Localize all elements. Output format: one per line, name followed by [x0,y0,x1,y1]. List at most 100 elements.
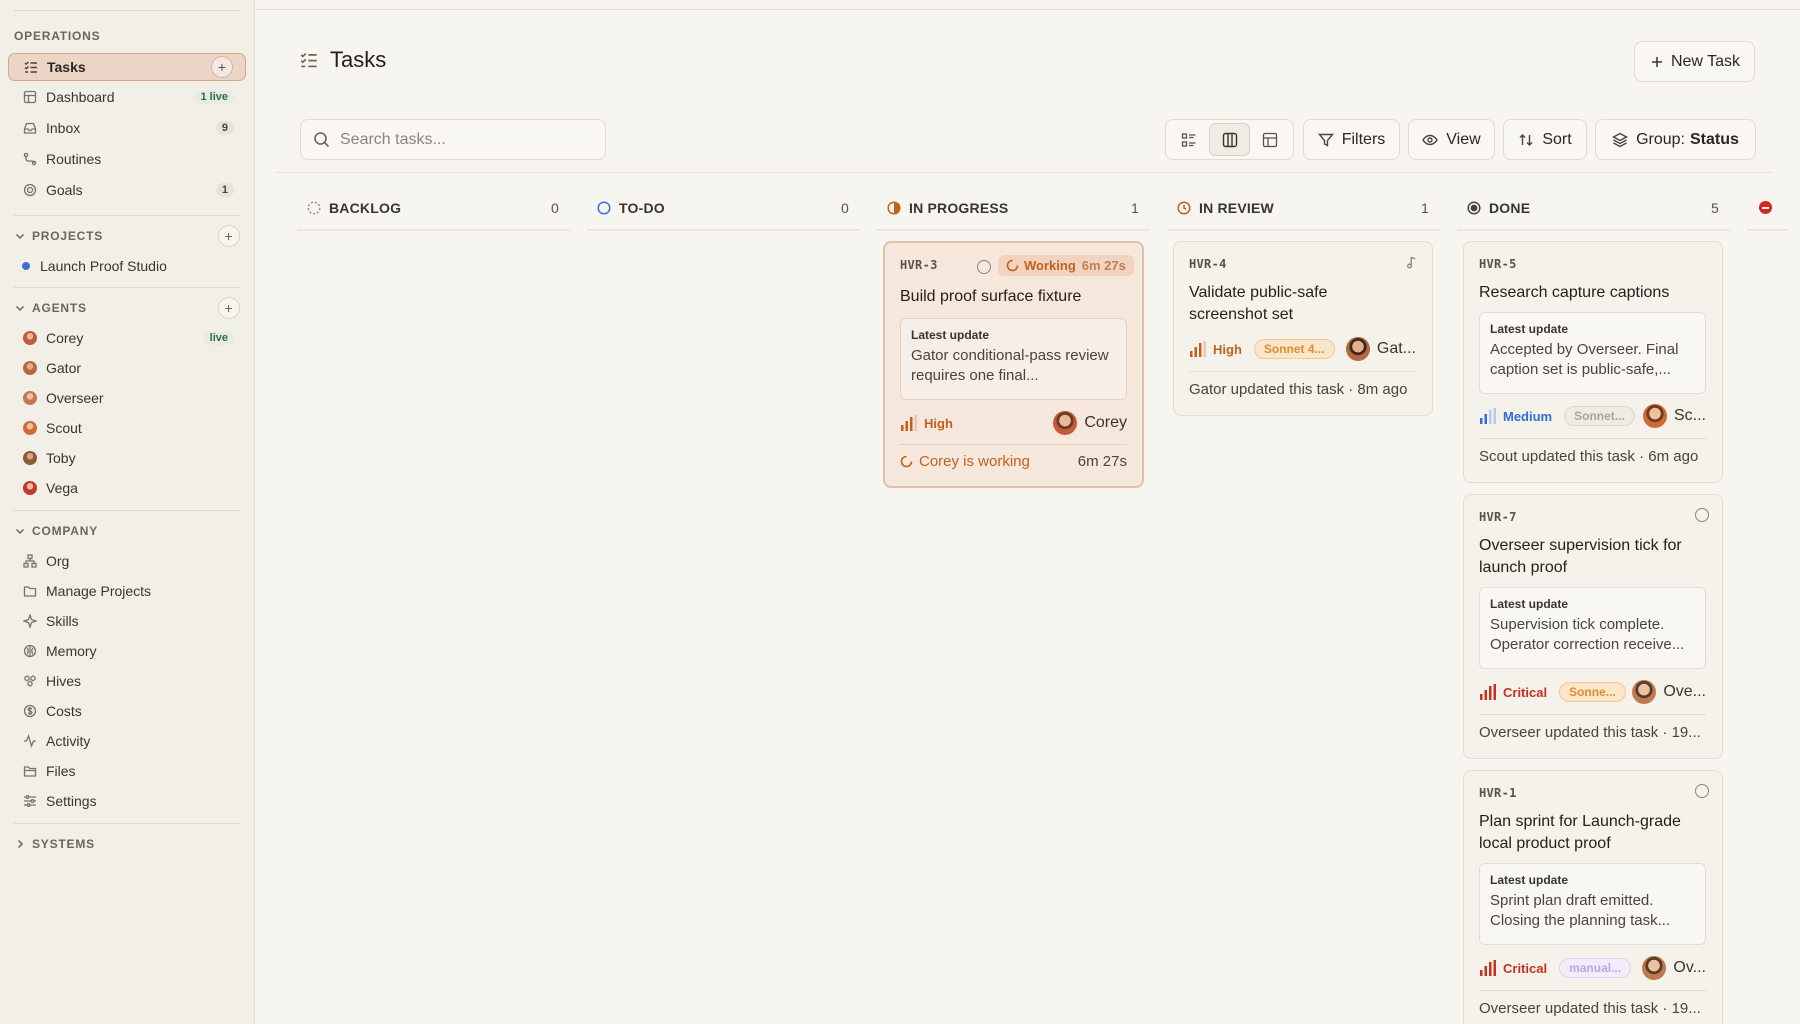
add-agent-button[interactable]: + [218,297,240,319]
sidebar-item-launch-proof-studio[interactable]: Launch Proof Studio [8,252,246,280]
sidebar-divider [14,510,240,511]
assignee[interactable]: Corey [1053,411,1127,435]
section-systems[interactable]: SYSTEMS [14,834,240,854]
section-company[interactable]: COMPANY [14,520,240,542]
assignee[interactable]: Gat... [1345,337,1416,361]
group-by-button[interactable]: Group: Status [1595,119,1756,160]
sidebar-item-label: Manage Projects [46,583,152,599]
task-card-hvr-4[interactable]: HVR-4 Validate public-safe screenshot se… [1173,241,1433,416]
sidebar-item-label: Activity [46,733,91,749]
latest-update-text: Gator conditional-pass review requires o… [911,347,1109,384]
avatar [1632,680,1657,704]
board-view-button[interactable] [1209,123,1250,156]
sidebar-item-routines[interactable]: Routines [8,145,246,173]
assignee-name: Ove... [1663,683,1706,700]
music-note-icon[interactable] [1405,255,1419,269]
sidebar-divider [14,287,240,288]
latest-update-label: Latest update [1490,873,1569,887]
table-view-icon [1262,132,1277,147]
assignee-name: Gat... [1376,340,1416,357]
view-label: View [1446,130,1481,148]
cancelled-status-icon[interactable] [1759,201,1772,214]
task-card-hvr-5[interactable]: HVR-5 Research capture captions Latest u… [1463,241,1723,483]
sidebar-item-activity[interactable]: Activity [8,727,246,755]
latest-update: Latest update Accepted by Overseer. Fina… [1479,312,1706,394]
sidebar-item-tasks[interactable]: Tasks + [8,53,246,81]
task-title-line: local product proof [1479,835,1611,852]
page-title-text: Tasks [330,47,387,72]
model-pill: Sonnet 4... [1253,339,1335,359]
sidebar-item-inbox[interactable]: Inbox 9 [8,114,246,142]
filters-button[interactable]: Filters [1303,119,1400,160]
task-id: HVR-7 [1479,510,1517,524]
sidebar-item-dashboard[interactable]: Dashboard 1 live [8,83,246,111]
task-id: HVR-1 [1479,786,1517,800]
project-color-dot [22,262,30,270]
sidebar-item-memory[interactable]: Memory [8,637,246,665]
task-card-hvr-7[interactable]: HVR-7 Overseer supervision tick for laun… [1463,494,1723,759]
top-divider [256,9,1800,10]
avatar [1642,956,1667,980]
sidebar-item-org[interactable]: Org [8,547,246,575]
sidebar-item-toby[interactable]: Toby [8,444,246,472]
status-circle-icon[interactable] [977,260,991,274]
priority-label: High [924,415,953,431]
sidebar-divider [14,215,240,216]
filters-label: Filters [1341,130,1386,148]
priority-label: High [1213,341,1242,357]
sidebar-item-scout[interactable]: Scout [8,414,246,442]
sidebar-item-skills[interactable]: Skills [8,607,246,635]
list-view-button[interactable] [1169,123,1209,156]
sidebar-item-goals[interactable]: Goals 1 [8,176,246,204]
column-underline [1747,229,1787,231]
task-card-hvr-3[interactable]: HVR-3 Working 6m 27s Build proof surface… [883,241,1144,488]
sidebar-item-hives[interactable]: Hives [8,667,246,695]
status-circle-icon[interactable] [1695,784,1709,798]
view-button[interactable]: View [1408,119,1495,160]
search-box[interactable] [300,119,606,160]
avatar [22,450,38,466]
table-view-button[interactable] [1250,123,1290,156]
model-pill: Sonnet... [1564,406,1635,426]
count-badge: 9 [215,121,234,135]
column-done: DONE 5 [1467,198,1719,218]
memory-icon [22,643,38,659]
sidebar-item-vega[interactable]: Vega [8,474,246,502]
sidebar-item-files[interactable]: Files [8,757,246,785]
assignee[interactable]: Ov... [1642,956,1706,980]
group-prefix: Group: [1636,130,1685,148]
working-footer: Corey is working 6m 27s [900,453,1127,470]
status-circle-icon[interactable] [1695,508,1709,522]
sidebar-item-costs[interactable]: Costs [8,697,246,725]
task-footer: Overseer updated this task · 19... [1479,1000,1701,1017]
working-time: 6m 27s [1081,258,1126,273]
files-icon [22,763,38,779]
assignee[interactable]: Ove... [1632,680,1706,704]
sidebar-item-corey[interactable]: Corey live [8,324,246,352]
assignee-name: Ov... [1673,959,1706,976]
priority-row: Medium Sonnet... Sc... [1479,403,1706,429]
sidebar-item-manage-projects[interactable]: Manage Projects [8,577,246,605]
sidebar-item-label: Inbox [46,120,81,136]
new-task-button[interactable]: New Task [1634,41,1755,82]
model-pill: Sonne... [1559,682,1626,702]
task-title-line: Validate public-safe [1189,284,1328,301]
priority-high-icon [1190,341,1206,357]
toolbar-divider [276,172,1772,173]
sidebar-item-label: Gator [46,360,82,376]
sidebar-item-settings[interactable]: Settings [8,787,246,815]
search-input[interactable] [340,130,590,149]
sort-button[interactable]: Sort [1503,119,1587,160]
sidebar-item-gator[interactable]: Gator [8,354,246,382]
assignee[interactable]: Sc... [1642,404,1706,428]
section-projects[interactable]: PROJECTS + [14,225,240,247]
priority-critical-icon [1480,960,1496,976]
section-agents[interactable]: AGENTS + [14,297,240,319]
assignee-name: Corey [1084,414,1127,431]
task-card-hvr-1[interactable]: HVR-1 Plan sprint for Launch-grade local… [1463,770,1723,1024]
add-project-button[interactable]: + [218,225,240,247]
sidebar-item-overseer[interactable]: Overseer [8,384,246,412]
add-task-button[interactable]: + [211,56,233,78]
sidebar-item-label: Corey [46,330,84,346]
latest-update-text: Accepted by Overseer. Final [1490,341,1679,358]
